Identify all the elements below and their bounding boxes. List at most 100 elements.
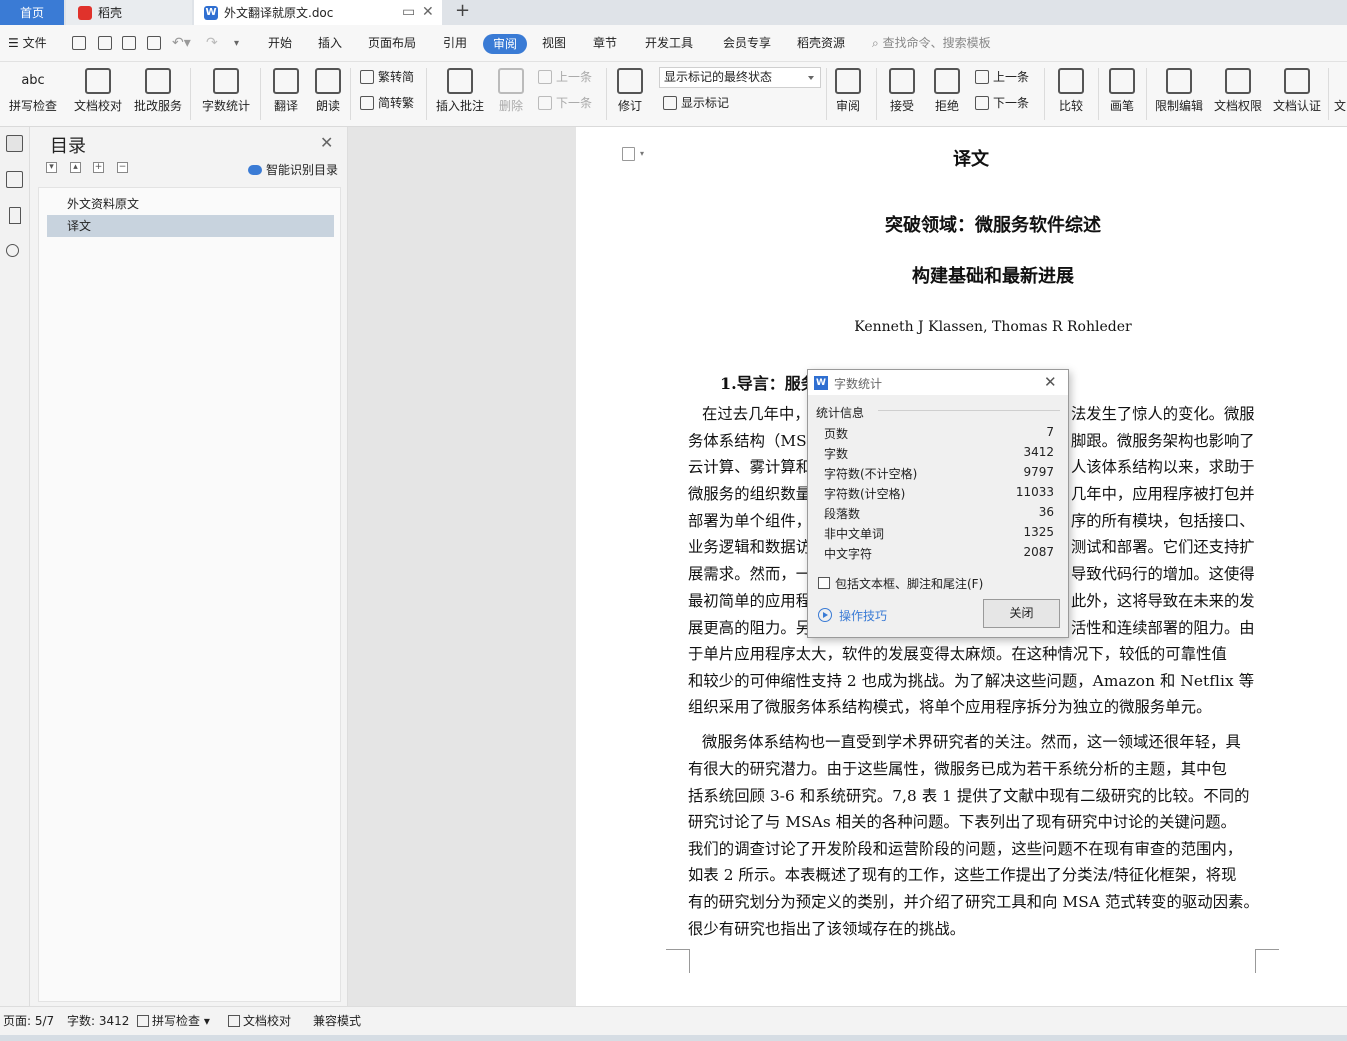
include-textbox-label[interactable]: 包括文本框、脚注和尾注(F) (835, 575, 983, 592)
prev-change-button[interactable]: 上一条 (975, 66, 1029, 88)
collapse-all-icon[interactable]: ▾ (46, 162, 57, 173)
menu-review[interactable]: 审阅 (483, 34, 528, 54)
export-pdf-icon[interactable] (98, 36, 112, 50)
markup-mode-select[interactable]: 显示标记的最终状态 (659, 67, 821, 88)
doc-line-fragment: 法发生了惊人的变化。微服 (1071, 405, 1255, 423)
word-count-button[interactable]: 字数统计 (200, 62, 252, 127)
wps-writer-window: 首页 稻壳 W 外文翻译就原文.doc ▭ ✕ + ☰ 文件 ↶▾ ↷ ▾ 开始… (0, 0, 1347, 1041)
operation-tips-link[interactable]: 操作技巧 (839, 607, 887, 624)
spell-check-icon: abc (21, 73, 45, 88)
word-count-indicator[interactable]: 字数: 3412 (67, 1007, 129, 1036)
expand-icon[interactable]: + (93, 162, 104, 173)
status-spell-check[interactable]: 拼写检查 ▾ (137, 1007, 210, 1036)
print-icon[interactable] (122, 36, 136, 50)
next-comment-button[interactable]: 下一条 (538, 92, 592, 114)
doc-proof-button[interactable]: 文档校对 (72, 62, 124, 127)
page-indicator[interactable]: 页面: 5/7 (3, 1007, 54, 1036)
next-change-icon (975, 96, 989, 110)
smart-toc-label: 智能识别目录 (266, 163, 339, 177)
reject-icon (934, 68, 960, 94)
tab-close-icon[interactable]: ✕ (422, 4, 434, 20)
chapter-nav-icon[interactable] (6, 171, 23, 188)
prev-comment-button[interactable]: 上一条 (538, 66, 592, 88)
left-tool-rail (0, 127, 30, 1006)
delete-comment-button[interactable]: 删除 (492, 62, 530, 127)
accept-button[interactable]: 接受 (884, 62, 920, 127)
track-changes-button[interactable]: 修订 (612, 62, 648, 127)
reject-button[interactable]: 拒绝 (929, 62, 965, 127)
compare-label: 比较 (1058, 99, 1083, 113)
smart-toc-button[interactable]: 智能识别目录 (248, 161, 338, 178)
restrict-edit-button[interactable]: 限制编辑 (1153, 62, 1205, 127)
redo-icon[interactable]: ↷ (206, 25, 218, 62)
dialog-close-icon[interactable]: ✕ (1044, 373, 1057, 391)
tab-window-icon[interactable]: ▭ (402, 4, 415, 20)
play-tips-icon[interactable] (818, 608, 832, 622)
save-icon[interactable] (72, 36, 86, 50)
read-aloud-button[interactable]: 朗读 (312, 62, 344, 127)
menu-bar: ☰ 文件 ↶▾ ↷ ▾ 开始 插入 页面布局 引用 审阅 视图 章节 开发工具 … (0, 25, 1347, 62)
prev-comment-label: 上一条 (556, 70, 593, 84)
correction-service-button[interactable]: 批改服务 (132, 62, 184, 127)
bookmark-icon[interactable] (9, 207, 21, 224)
tab-home[interactable]: 首页 (0, 0, 64, 25)
toc-item-original[interactable]: 外文资料原文 (47, 193, 334, 215)
customize-qa-icon[interactable]: ▾ (234, 25, 239, 62)
next-change-button[interactable]: 下一条 (975, 92, 1029, 114)
doc-permission-button[interactable]: 文档权限 (1212, 62, 1264, 127)
menu-member[interactable]: 会员专享 (723, 25, 771, 62)
show-markup-button[interactable]: 显示标记 (663, 92, 729, 114)
doc-line-fragment: 此外，这将导致在未来的发 (1071, 592, 1255, 610)
spell-check-button[interactable]: abc 拼写检查 (4, 62, 62, 127)
undo-icon[interactable]: ↶▾ (172, 25, 191, 62)
simp-to-trad-button[interactable]: 简转繁 (360, 92, 414, 114)
menu-references[interactable]: 引用 (443, 25, 467, 62)
ribbon-divider (876, 68, 877, 120)
ink-button[interactable]: 画笔 (1106, 62, 1138, 127)
stat-value: 3412 (1023, 445, 1054, 459)
accept-label: 接受 (889, 99, 914, 113)
more-ribbon-button[interactable]: 文 (1333, 62, 1347, 127)
file-menu[interactable]: ☰ 文件 (8, 25, 47, 62)
review-pane-button[interactable]: 审阅 (830, 62, 866, 127)
doc-title: 译文 (953, 149, 989, 170)
dialog-titlebar[interactable]: W 字数统计 ✕ (808, 370, 1068, 395)
menu-page-layout[interactable]: 页面布局 (368, 25, 416, 62)
doc-cert-button[interactable]: 文档认证 (1271, 62, 1323, 127)
trad-to-simp-button[interactable]: 繁转简 (360, 66, 414, 88)
doc-line: 于单片应用程序太大，软件的发展变得太麻烦。在这种情况下，较低的可靠性值 (688, 645, 1227, 663)
menu-start[interactable]: 开始 (268, 25, 292, 62)
menu-view[interactable]: 视图 (542, 25, 566, 62)
toc-item-translation[interactable]: 译文 (47, 215, 334, 237)
stat-label: 页数 (824, 427, 849, 441)
writer-app-icon: W (814, 376, 828, 390)
read-aloud-label: 朗读 (315, 99, 340, 113)
tab-document[interactable]: W 外文翻译就原文.doc ▭ ✕ (194, 0, 442, 25)
doc-line-fragment: 几年中，应用程序被打包并 (1071, 485, 1255, 503)
next-comment-label: 下一条 (556, 96, 593, 110)
expand-level-icon[interactable]: ▴ (70, 162, 81, 173)
include-textbox-checkbox[interactable] (818, 577, 830, 589)
toc-close-icon[interactable]: ✕ (320, 133, 333, 152)
compare-button[interactable]: 比较 (1052, 62, 1090, 127)
menu-daoke-resources[interactable]: 稻壳资源 (797, 25, 845, 62)
daoke-logo-icon (78, 5, 92, 20)
translate-button[interactable]: 翻译 (266, 62, 306, 127)
close-button[interactable]: 关闭 (983, 599, 1060, 628)
print-preview-icon[interactable] (147, 36, 161, 50)
tab-daoke[interactable]: 稻壳 (66, 0, 192, 25)
find-icon[interactable] (6, 244, 19, 257)
menu-chapter[interactable]: 章节 (593, 25, 617, 62)
toc-panel-icon[interactable] (6, 135, 23, 152)
insert-comment-button[interactable]: 插入批注 (434, 62, 486, 127)
doc-line-fragment: 活性和连续部署的阻力。由 (1071, 619, 1255, 637)
menu-insert[interactable]: 插入 (318, 25, 342, 62)
status-doc-proof[interactable]: 文档校对 (228, 1007, 291, 1036)
collapse-icon[interactable]: − (117, 162, 128, 173)
command-search[interactable]: ⌕ 查找命令、搜索模板 (872, 25, 991, 62)
doc-line: 研究讨论了与 MSAs 相关的各种问题。下表列出了现有研究中讨论的关键问题。 (688, 813, 1237, 831)
new-tab-icon[interactable]: + (455, 0, 470, 22)
menu-developer[interactable]: 开发工具 (645, 25, 693, 62)
tab-bar: 首页 稻壳 W 外文翻译就原文.doc ▭ ✕ + (0, 0, 1347, 25)
tab-daoke-label: 稻壳 (98, 6, 123, 20)
